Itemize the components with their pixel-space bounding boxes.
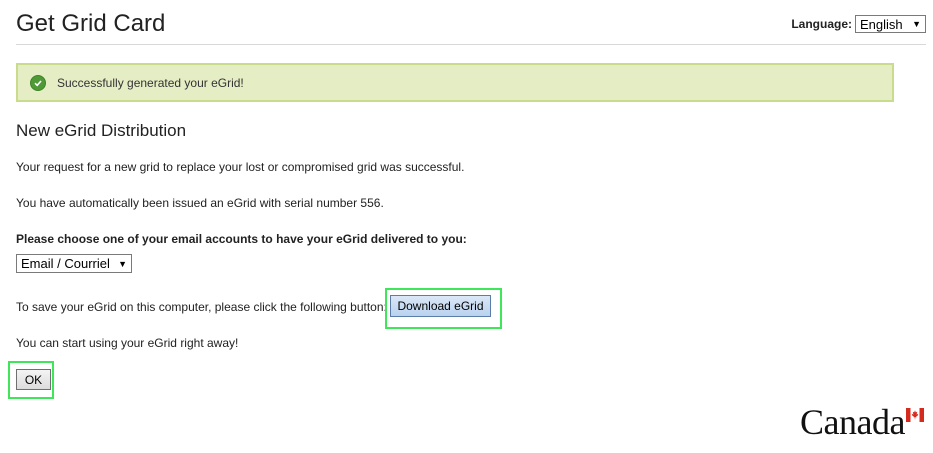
canada-wordmark: Canada xyxy=(800,402,905,442)
save-egrid-text: To save your eGrid on this computer, ple… xyxy=(16,300,387,314)
header-divider xyxy=(16,44,926,45)
success-alert: Successfully generated your eGrid! xyxy=(16,63,894,102)
page-title: Get Grid Card xyxy=(16,10,166,37)
language-select[interactable]: English ▼ xyxy=(855,15,926,33)
chevron-down-icon: ▼ xyxy=(912,19,921,29)
language-select-value: English xyxy=(860,16,903,32)
email-select-value: Email / Courriel xyxy=(21,256,110,271)
alert-message: Successfully generated your eGrid! xyxy=(57,75,244,90)
request-success-text: Your request for a new grid to replace y… xyxy=(16,160,465,174)
language-selector-group: Language: English ▼ xyxy=(791,15,926,33)
serial-number-text: You have automatically been issued an eG… xyxy=(16,196,384,210)
language-label: Language: xyxy=(791,17,852,31)
section-title: New eGrid Distribution xyxy=(16,121,187,140)
email-prompt-label: Please choose one of your email accounts… xyxy=(16,232,467,246)
chevron-down-icon: ▼ xyxy=(118,258,127,269)
check-circle-icon xyxy=(30,74,46,91)
download-egrid-button[interactable]: Download eGrid xyxy=(390,295,491,317)
email-account-select[interactable]: Email / Courriel ▼ xyxy=(16,254,132,273)
canada-flag-icon xyxy=(906,408,924,422)
ok-button[interactable]: OK xyxy=(16,369,51,390)
start-using-text: You can start using your eGrid right awa… xyxy=(16,336,239,350)
